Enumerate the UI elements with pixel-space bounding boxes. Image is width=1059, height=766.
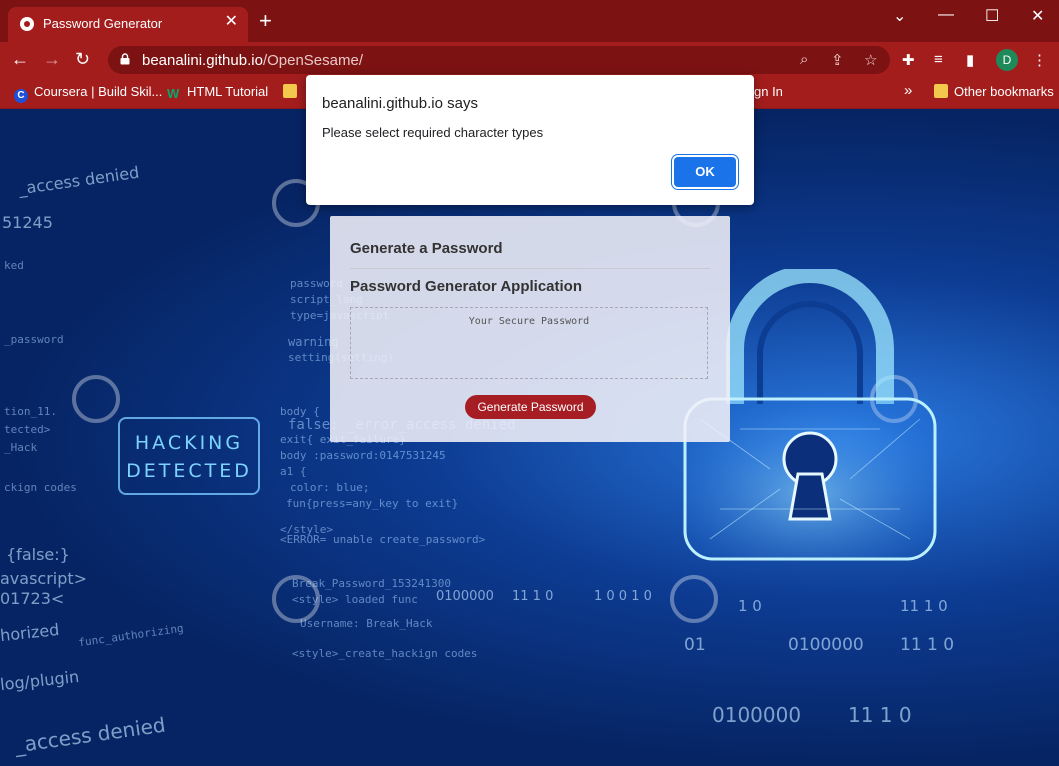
browser-toolbar: ← → ↻ beanalini.github.io/OpenSesame/ ⌕ … bbox=[0, 42, 1059, 78]
bg-code-text: <style>_create_hackign codes bbox=[292, 647, 478, 660]
card-heading: Password Generator Application bbox=[350, 278, 582, 295]
bg-binary-text: 0100000 bbox=[712, 703, 802, 727]
tab-title: Password Generator bbox=[43, 16, 163, 31]
url-domain: beanalini.github.io bbox=[142, 52, 263, 69]
bg-binary-text: 01 bbox=[684, 635, 706, 655]
page-title: Generate a Password bbox=[350, 240, 503, 257]
bg-code-text: horized bbox=[0, 619, 61, 646]
bg-binary-text: 1 0 bbox=[738, 597, 762, 615]
share-icon[interactable]: ⇪ bbox=[831, 51, 844, 69]
bg-code-text: avascript> bbox=[0, 569, 88, 588]
bg-binary-text: 0100000 bbox=[436, 589, 494, 604]
bg-code-text: tion_11. bbox=[4, 405, 57, 418]
ok-button[interactable]: OK bbox=[674, 157, 736, 187]
alert-dialog: beanalini.github.io says Please select r… bbox=[306, 75, 754, 205]
bookmark-html-tutorial[interactable]: W HTML Tutorial bbox=[167, 84, 268, 101]
generate-password-button[interactable]: Generate Password bbox=[465, 395, 596, 419]
dialog-title: beanalini.github.io says bbox=[322, 95, 478, 112]
other-bookmarks[interactable]: Other bookmarks bbox=[934, 84, 1054, 99]
tab-search-chevron-icon[interactable]: ⌄ bbox=[893, 6, 906, 26]
bookmark-label: Coursera | Build Skil... bbox=[34, 84, 163, 99]
bg-code-text: 01723< bbox=[0, 589, 65, 608]
bookmark-sign-in[interactable]: gn In bbox=[754, 84, 783, 99]
bg-code-text: body :password:0147531245 bbox=[280, 449, 446, 462]
bookmark-label: HTML Tutorial bbox=[187, 84, 269, 99]
watermark-logo-icon bbox=[72, 375, 120, 423]
reload-icon[interactable]: ↻ bbox=[75, 49, 90, 69]
password-output[interactable]: Your Secure Password bbox=[350, 307, 708, 379]
new-tab-icon[interactable]: + bbox=[259, 10, 272, 32]
header-divider bbox=[350, 268, 710, 269]
tab-password-generator[interactable]: Password Generator ✕ bbox=[8, 7, 248, 42]
bookmark-star-icon[interactable]: ☆ bbox=[864, 51, 877, 69]
bg-binary-text: 11 1 0 bbox=[848, 703, 912, 727]
bg-code-text: fun{press=any_key to exit} bbox=[286, 497, 459, 510]
tab-favicon-icon bbox=[20, 17, 34, 31]
bg-binary-text: 1 0 0 1 0 bbox=[594, 589, 652, 604]
other-bookmarks-label: Other bookmarks bbox=[954, 84, 1054, 99]
bg-code-text: {false:} bbox=[6, 545, 70, 564]
bookmark-label: gn In bbox=[754, 84, 783, 99]
bg-code-text: tected> bbox=[4, 423, 51, 436]
close-tab-icon[interactable]: ✕ bbox=[225, 14, 238, 30]
url-text: beanalini.github.io/OpenSesame/ bbox=[142, 52, 363, 69]
profile-avatar[interactable]: D bbox=[996, 49, 1018, 71]
coursera-icon: C bbox=[14, 89, 28, 103]
password-generator-card: Generate a Password Password Generator A… bbox=[330, 216, 730, 442]
bg-code-text: _access denied bbox=[17, 162, 141, 199]
detected-line: DETECTED bbox=[126, 460, 252, 482]
bg-code-text: color: blue; bbox=[290, 481, 370, 494]
bg-code-text: ckign codes bbox=[4, 481, 77, 494]
page-background: _access denied 51245 ked _password tion_… bbox=[0, 109, 1059, 766]
bg-code-text: Username: Break_Hack bbox=[300, 617, 433, 630]
bg-code-text: _Hack bbox=[4, 441, 38, 454]
url-path: /OpenSesame/ bbox=[262, 52, 363, 69]
bg-code-text: func_authorizing bbox=[77, 621, 185, 650]
lock-icon bbox=[120, 53, 130, 65]
tab-strip: Password Generator ✕ + ⌄ — ☐ ✕ bbox=[0, 0, 1059, 42]
forward-icon[interactable]: → bbox=[43, 49, 61, 69]
back-icon[interactable]: ← bbox=[11, 49, 29, 69]
bookmark-folder[interactable] bbox=[283, 84, 303, 99]
side-panel-icon[interactable]: ▮ bbox=[966, 51, 974, 69]
w3schools-icon: W bbox=[167, 86, 180, 101]
folder-icon bbox=[283, 84, 297, 98]
watermark-logo-icon bbox=[670, 575, 718, 623]
address-bar[interactable]: beanalini.github.io/OpenSesame/ ⌕ ⇪ ☆ bbox=[108, 46, 890, 74]
folder-icon bbox=[934, 84, 948, 98]
watermark-logo-icon bbox=[272, 575, 320, 623]
minimize-icon[interactable]: — bbox=[938, 6, 954, 24]
bg-code-text: _access denied bbox=[13, 712, 167, 758]
bookmarks-overflow[interactable]: » bbox=[904, 82, 912, 99]
bg-code-text: a1 { bbox=[280, 465, 307, 478]
menu-kebab-icon[interactable]: ⋮ bbox=[1032, 51, 1047, 69]
bg-binary-text: 11 1 0 bbox=[512, 589, 554, 604]
bg-code-text: ked bbox=[4, 259, 24, 272]
zoom-icon[interactable]: ⌕ bbox=[800, 51, 808, 68]
bg-binary-text: 11 1 0 bbox=[900, 635, 955, 655]
hacking-line: HACKING bbox=[134, 432, 244, 454]
bg-code-text: <ERROR= unable create_password> bbox=[280, 533, 486, 546]
maximize-icon[interactable]: ☐ bbox=[985, 6, 999, 26]
close-window-icon[interactable]: ✕ bbox=[1031, 6, 1044, 26]
bg-code-text: _password bbox=[4, 333, 64, 346]
hacking-detected-sign: HACKING DETECTED bbox=[118, 417, 260, 495]
bg-code-text: 51245 bbox=[2, 213, 53, 232]
bookmark-coursera[interactable]: C Coursera | Build Skil... bbox=[14, 84, 162, 103]
dialog-message: Please select required character types bbox=[322, 125, 544, 140]
extensions-icon[interactable]: ✚ bbox=[902, 51, 915, 69]
media-control-icon[interactable]: ≡ bbox=[934, 51, 943, 68]
bg-binary-text: 0100000 bbox=[788, 635, 864, 655]
bg-code-text: log/plugin bbox=[0, 666, 81, 695]
bg-binary-text: 11 1 0 bbox=[900, 597, 948, 615]
